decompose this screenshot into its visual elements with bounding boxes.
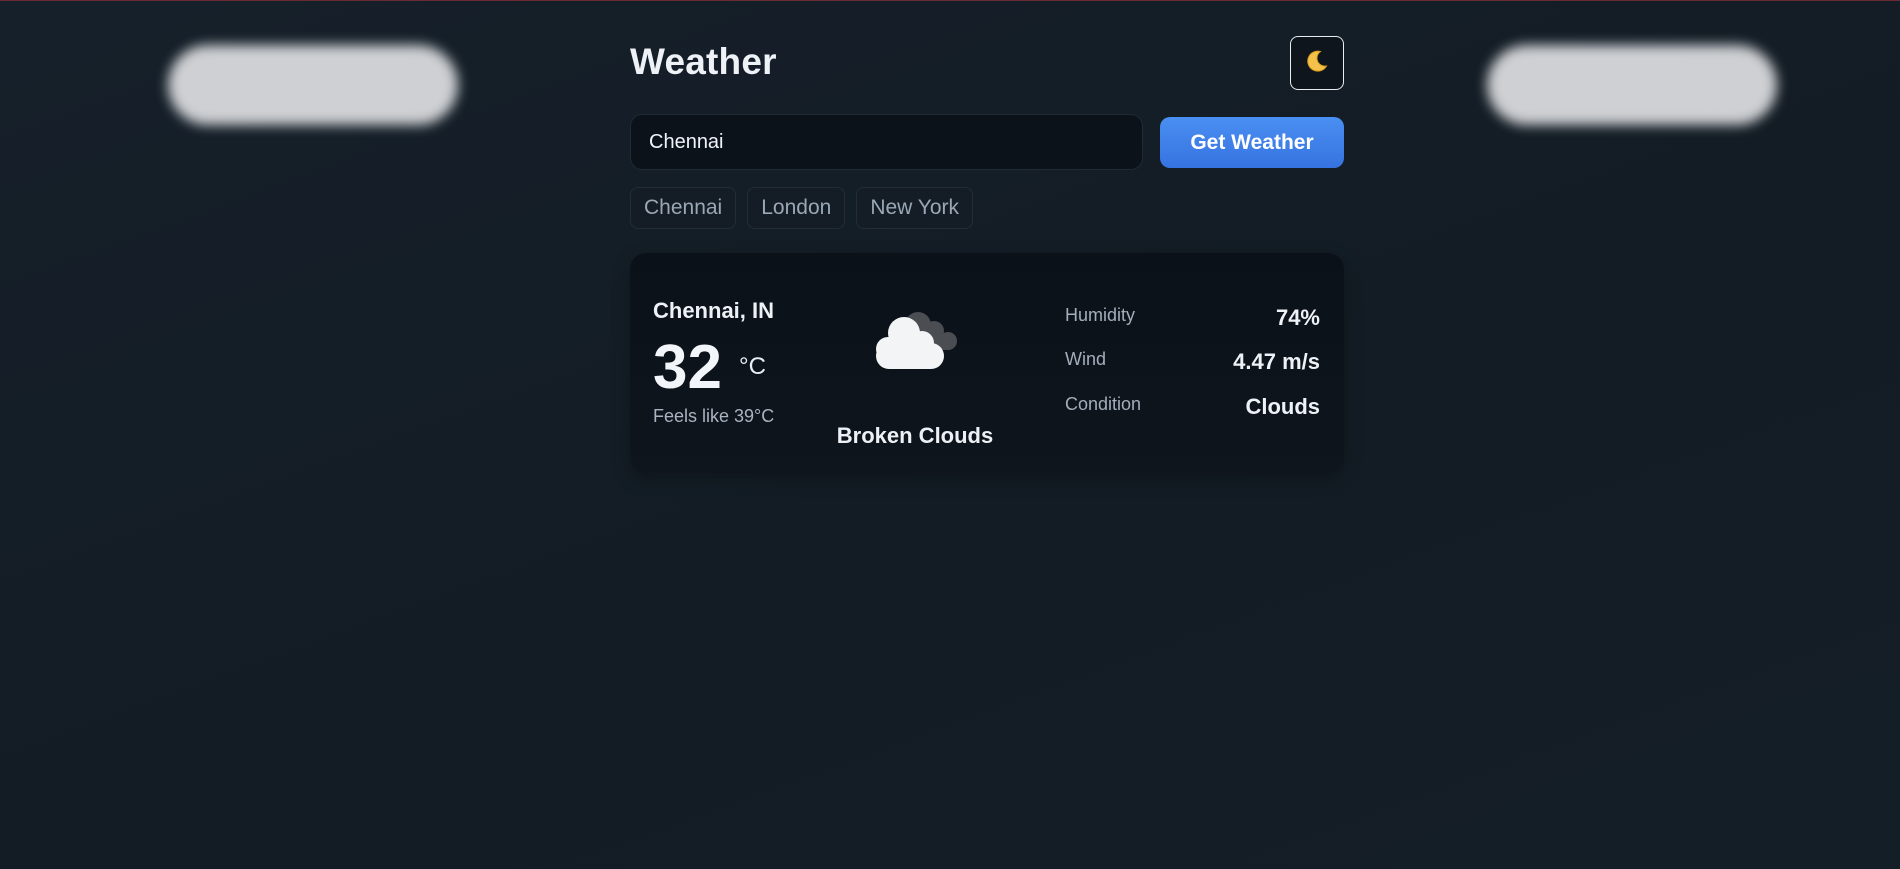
city-chip-chennai[interactable]: Chennai — [630, 187, 737, 229]
broken-clouds-icon — [870, 303, 962, 378]
temperature-unit: °C — [739, 353, 766, 380]
location-label: Chennai, IN — [653, 298, 775, 323]
theme-toggle-button[interactable] — [1290, 36, 1344, 90]
condition-value: Clouds — [1245, 394, 1320, 419]
wind-label: Wind — [1065, 349, 1107, 369]
weather-card: Chennai, IN 32 °C Feels like 39°C Broken… — [630, 253, 1344, 473]
quick-city-list: Chennai London New York — [630, 187, 974, 229]
top-border-line — [0, 0, 1900, 1]
humidity-value: 74% — [1275, 305, 1320, 330]
condition-label: Condition — [1065, 394, 1142, 414]
city-chip-new-york[interactable]: New York — [856, 187, 974, 229]
weather-description: Broken Clouds — [836, 423, 994, 448]
get-weather-button[interactable]: Get Weather — [1160, 117, 1344, 168]
decorative-blurred-cloud-left — [168, 45, 458, 125]
wind-value: 4.47 m/s — [1233, 349, 1320, 374]
humidity-label: Humidity — [1065, 305, 1136, 325]
decorative-blurred-cloud-right — [1487, 45, 1777, 125]
weather-app: Weather Get Weather Chennai London New Y… — [630, 30, 1344, 473]
temperature-value: 32 — [653, 333, 722, 402]
app-header: Weather — [630, 30, 1344, 90]
search-bar: Get Weather — [630, 114, 1344, 170]
city-search-input[interactable] — [630, 114, 1143, 170]
moon-icon — [1303, 47, 1331, 80]
city-chip-london[interactable]: London — [747, 187, 846, 229]
feels-like-text: Feels like 39°C — [653, 406, 775, 426]
page-title: Weather — [630, 41, 777, 82]
